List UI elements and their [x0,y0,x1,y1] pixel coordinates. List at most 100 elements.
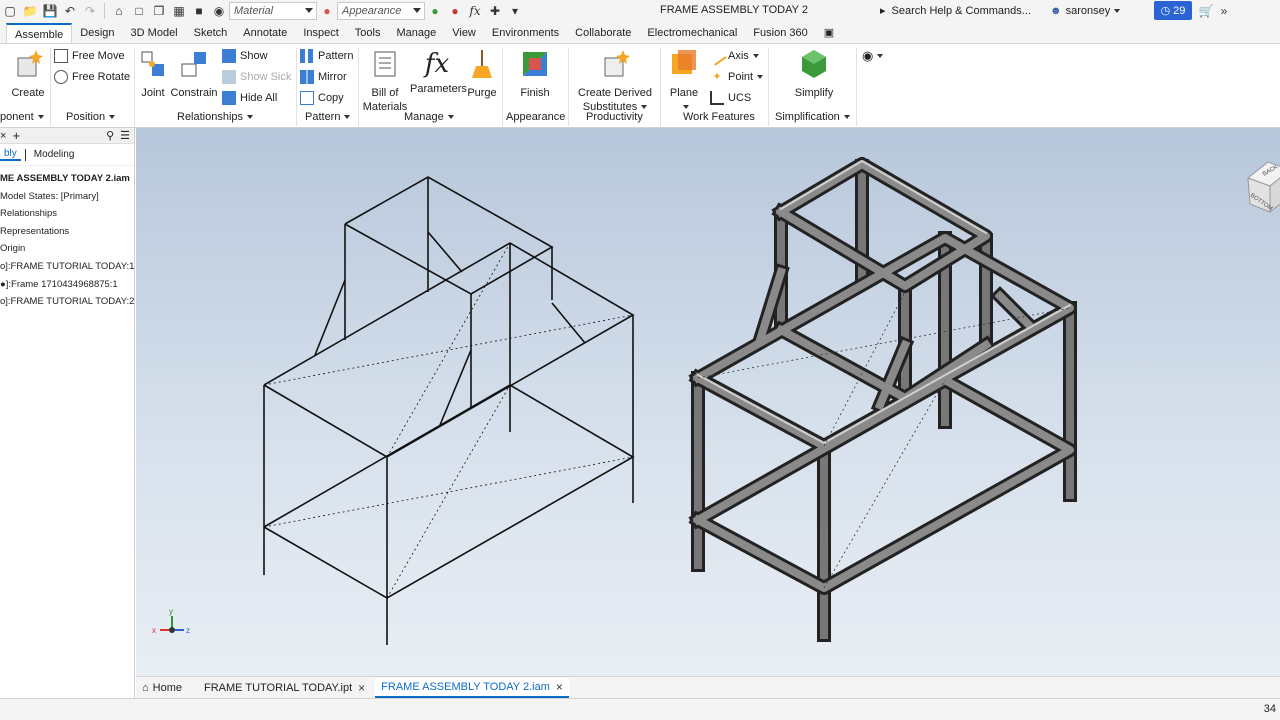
camera-icon[interactable]: ■ [190,2,208,20]
solid-frame-model[interactable] [688,157,1077,642]
search-icon[interactable]: ⚲ [106,129,114,142]
visibility-icon[interactable]: ◉ [210,2,228,20]
tree-item-frame-part[interactable]: ●]:Frame 1710434968875:1 [0,276,134,294]
graphics-viewport[interactable]: BACK BOTTOM x y z [136,128,1280,676]
undo-icon[interactable]: ↶ [61,2,79,20]
tab-home[interactable]: ⌂ Home [136,678,188,698]
tree-item-frame-tutorial-1[interactable]: o]:FRAME TUTORIAL TODAY:1 [0,258,134,276]
menu-icon[interactable]: ☰ [120,129,130,142]
free-rotate-button[interactable]: Free Rotate [54,68,130,86]
parameters-label: Parameters [410,83,467,95]
group-component-label[interactable]: ponent [0,111,44,123]
notifications-badge[interactable]: ◷ 29 [1154,1,1192,20]
update-icon[interactable]: ▦ [170,2,188,20]
adjust-appearance-icon[interactable]: ● [426,2,444,20]
tab-fusion-360[interactable]: Fusion 360 [745,23,815,43]
simplify-button[interactable]: Simplify [790,48,838,100]
group-position-label[interactable]: Position [66,111,116,123]
tab-electromechanical[interactable]: Electromechanical [639,23,745,43]
document-tabs: ⌂ Home FRAME TUTORIAL TODAY.ipt × FRAME AS… [136,676,1280,698]
tree-item-relationships[interactable]: Relationships [0,205,134,223]
parameters-fx-icon[interactable]: fx [466,2,484,20]
appearance-combo[interactable]: Appearance [337,2,425,20]
group-pattern-label[interactable]: Pattern [305,111,351,123]
tab-design[interactable]: Design [72,23,122,43]
view-cube[interactable]: BACK BOTTOM [1246,161,1280,214]
plus-icon[interactable]: ✚ [486,2,504,20]
tree-item-model-states[interactable]: Model States: [Primary] [0,188,134,206]
tab-modeling[interactable]: Modeling [30,149,79,160]
tree-item-origin[interactable]: Origin [0,240,134,258]
constrain-button[interactable]: Constrain [170,48,218,100]
tab-tools[interactable]: Tools [347,23,389,43]
material-combo[interactable]: Material [229,2,317,20]
ribbon-display-toggle-icon[interactable]: ▣ [816,23,842,43]
tab-view[interactable]: View [444,23,484,43]
create-derived-substitutes-button[interactable]: Create Derived Substitutes [574,48,656,114]
search-input[interactable]: Search Help & Commands... [892,5,1031,17]
show-button[interactable]: Show [222,47,268,65]
tab-environments[interactable]: Environments [484,23,567,43]
customize-dropdown-icon[interactable]: ▾ [506,2,524,20]
plane-button[interactable]: Plane [666,48,702,114]
tab-annotate[interactable]: Annotate [235,23,295,43]
parameters-button[interactable]: fx Parameters [410,48,467,96]
plane-label: Plane [669,87,699,99]
axis-button[interactable]: Axis [707,46,759,66]
wireframe-skeleton[interactable] [263,176,635,645]
tree-root-assembly[interactable]: ME ASSEMBLY TODAY 2.iam [0,170,134,188]
redo-icon[interactable]: ↷ [81,2,99,20]
tree-item-frame-tutorial-2[interactable]: o]:FRAME TUTORIAL TODAY:2 [0,293,134,311]
copy-button[interactable]: Copy [300,89,344,107]
more-icon[interactable]: » [1215,2,1233,20]
constrain-label: Constrain [170,87,218,99]
appearance-sphere-icon[interactable]: ● [318,2,336,20]
mirror-button[interactable]: Mirror [300,68,347,86]
ucs-button[interactable]: UCS [710,89,751,107]
plane-icon [672,50,696,74]
close-icon[interactable]: × [358,678,365,698]
close-icon[interactable]: × [556,677,563,697]
tab-assemble[interactable]: Assemble [6,23,73,43]
tab-manage[interactable]: Manage [388,23,444,43]
close-icon[interactable]: × [0,130,6,142]
measure-icon[interactable]: ❒ [150,2,168,20]
create-button[interactable]: Create [8,48,48,100]
chevron-down-icon [413,8,421,13]
open-folder-icon[interactable]: 📁 [21,2,39,20]
select-icon[interactable]: □ [130,2,148,20]
appearance-label: Appearance [342,5,402,17]
model-scene[interactable]: BACK BOTTOM x y z [136,128,1280,676]
cart-icon[interactable]: 🛒 [1197,2,1215,20]
group-manage-label[interactable]: Manage [404,111,454,123]
search-commands[interactable]: ▸ Search Help & Commands... [880,1,1046,20]
tab-3d-model[interactable]: 3D Model [123,23,186,43]
tab-frame-tutorial-ipt[interactable]: FRAME TUTORIAL TODAY.ipt × [198,678,371,698]
free-move-button[interactable]: Free Move [54,47,125,65]
user-account[interactable]: ☻ saronsey [1050,1,1121,20]
tab-frame-assembly-iam[interactable]: FRAME ASSEMBLY TODAY 2.iam × [375,677,569,698]
add-icon[interactable]: + [12,128,20,143]
finish-button[interactable]: Finish [514,48,556,100]
point-button[interactable]: ✦ Point [710,68,764,86]
pattern-button[interactable]: Pattern [300,47,353,65]
ribbon-options-button[interactable]: ◉ [862,47,884,65]
tab-collaborate[interactable]: Collaborate [567,23,639,43]
tab-sketch[interactable]: Sketch [186,23,236,43]
new-file-icon[interactable]: ▢ [1,2,19,20]
home-icon[interactable]: ⌂ [110,2,128,20]
show-sick-button[interactable]: Show Sick [222,68,291,86]
group-relationships-label[interactable]: Relationships [177,111,254,123]
tree-item-representations[interactable]: Representations [0,223,134,241]
group-simplification-label[interactable]: Simplification [775,111,850,123]
tab-assembly[interactable]: bly [0,148,21,161]
purge-button[interactable]: Purge [466,48,498,100]
tab-inspect[interactable]: Inspect [295,23,346,43]
clear-appearance-icon[interactable]: ● [446,2,464,20]
joint-button[interactable]: Joint [138,48,168,100]
separator [856,48,857,126]
create-component-icon [17,50,43,77]
save-icon[interactable]: 💾 [41,2,59,20]
hide-all-button[interactable]: Hide All [222,89,277,107]
bill-of-materials-button[interactable]: Bill of Materials [362,48,408,114]
